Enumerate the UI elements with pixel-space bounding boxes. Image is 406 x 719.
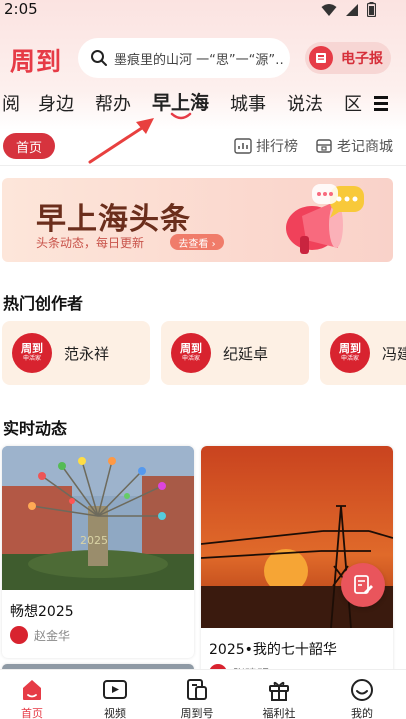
tab-bangban[interactable]: 帮办 [95,90,131,116]
status-bar: 2:05 [0,0,406,22]
app-logo[interactable]: 周到 [10,42,62,78]
signal-icon [346,3,358,16]
megaphone-icon [286,184,364,254]
sub-toolbar: 首页 排行榜 老记商城 [0,130,406,166]
feed-section-title: 实时动态 [3,419,68,438]
creator-name: 范永祥 [64,345,110,363]
active-tab-indicator [170,112,192,120]
bottom-navigation: 首页 视频 周到号 福利社 我的 [0,669,406,719]
search-icon [91,50,107,66]
epaper-label: 电子报 [341,51,383,67]
tab-chengshi[interactable]: 城事 [230,90,266,116]
epaper-button[interactable]: 电子报 [305,42,391,74]
tab-shenbian[interactable]: 身边 [38,90,74,116]
search-bar[interactable]: 墨痕里的山河 一“思”一“源”… [78,38,290,78]
wifi-icon [321,3,337,16]
nav-account[interactable]: 周到号 [167,678,227,719]
chart-icon [234,138,252,154]
video-icon [103,680,127,699]
nav-label: 福利社 [262,707,296,719]
account-icon [187,679,207,700]
nav-label: 我的 [351,707,373,719]
feed-card-title: 畅想2025 [10,604,74,620]
mall-label: 老记商城 [337,139,393,155]
feed-card-title: 2025•我的七十韶华 [209,642,337,658]
mall-button[interactable]: 老记商城 [316,136,393,156]
nav-profile[interactable]: 我的 [332,678,392,719]
battery-icon [367,2,376,17]
gift-icon [269,681,289,701]
edit-icon [354,575,373,594]
nav-label: 周到号 [180,707,214,719]
svg-text:2025: 2025 [80,534,108,547]
home-icon [23,680,41,700]
compose-fab-button[interactable] [341,563,385,607]
tab-yue[interactable]: 阅 [2,90,20,116]
nav-video[interactable]: 视频 [85,678,145,719]
rank-label: 排行榜 [256,139,298,155]
nav-welfare[interactable]: 福利社 [249,678,309,719]
shop-icon [316,139,332,153]
feed-card-author[interactable]: 赵金华 [10,626,70,644]
menu-icon[interactable] [374,96,388,114]
creators-section-title: 热门创作者 [3,294,84,313]
feed-card[interactable]: 2025 畅想2025 赵金华 [2,446,194,658]
nav-home[interactable]: 首页 [2,678,62,719]
channel-tabs: 阅 身边 帮办 早上海 城事 说法 区 [0,86,406,120]
creator-avatar: 周到 申活家 [171,333,211,373]
banner-view-button[interactable]: 去查看 › [170,234,224,250]
search-placeholder: 墨痕里的山河 一“思”一“源”… [114,52,284,68]
creator-card[interactable]: 周到 申活家 范永祥 [2,321,150,385]
creator-name: 纪延卓 [223,345,269,363]
creator-avatar: 周到 申活家 [330,333,370,373]
tab-shuofa[interactable]: 说法 [287,90,323,116]
creator-name: 冯建 [382,345,406,363]
rank-button[interactable]: 排行榜 [234,136,298,156]
tab-qu[interactable]: 区 [344,90,362,116]
banner-title: 早上海头条 [36,202,191,237]
newspaper-icon [309,46,333,70]
creator-card[interactable]: 周到 申活家 冯建 [320,321,406,385]
author-name: 赵金华 [34,628,71,643]
nav-label: 视频 [104,707,126,719]
creator-avatar: 周到 申活家 [12,333,52,373]
tab-zaoshanghai[interactable]: 早上海 [152,88,209,115]
banner-subtitle: 头条动态，每日更新 [36,236,145,250]
headline-banner[interactable]: 早上海头条 头条动态，每日更新 去查看 › [2,178,393,262]
app-header: 周到 墨痕里的山河 一“思”一“源”… 电子报 [0,38,406,82]
home-pill-button[interactable]: 首页 [3,133,55,159]
nav-label: 首页 [21,707,43,719]
status-time: 2:05 [4,0,38,18]
creator-card[interactable]: 周到 申活家 纪延卓 [161,321,309,385]
status-icons [321,2,376,17]
card-image-sculpture: 2025 [2,446,194,590]
author-avatar [10,626,28,644]
profile-icon [351,679,373,701]
